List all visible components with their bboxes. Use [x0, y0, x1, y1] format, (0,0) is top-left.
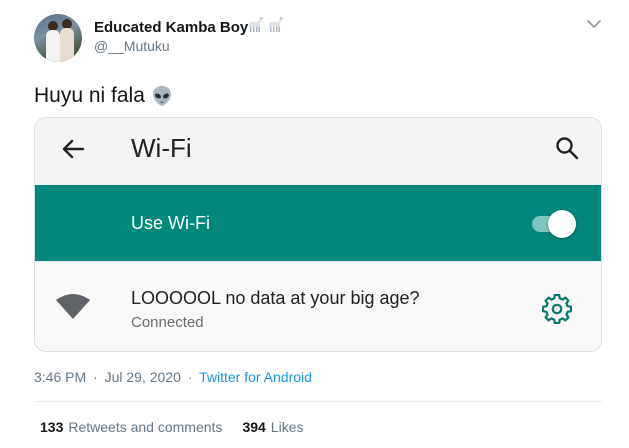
retweets-label: Retweets and comments [68, 419, 223, 435]
wifi-toggle-knob [548, 210, 576, 238]
alien-emoji-icon [152, 86, 171, 106]
tweet-meta: 3:46 PM · Jul 29, 2020 · Twitter for And… [34, 369, 312, 385]
author-handle[interactable]: @__Mutuku [94, 38, 170, 54]
search-icon [556, 137, 579, 160]
tweet-date[interactable]: Jul 29, 2020 [105, 369, 181, 385]
network-status: Connected [131, 314, 204, 331]
retweets-stat[interactable]: 133 Retweets and comments [40, 419, 222, 435]
name-emojis [246, 16, 284, 34]
likes-stat[interactable]: 394 Likes [242, 419, 303, 435]
tweet-source-link[interactable]: Twitter for Android [199, 369, 312, 385]
media-card[interactable]: Wi-Fi Use Wi-Fi LOOOOOL no data at your … [34, 117, 602, 352]
use-wifi-label: Use Wi-Fi [131, 213, 210, 233]
meta-separator: · [93, 369, 98, 385]
divider [34, 401, 602, 402]
gear-icon [542, 294, 572, 324]
network-row: LOOOOOL no data at your big age? Connect… [35, 261, 601, 351]
tweet-stats: 133 Retweets and comments 394 Likes [40, 419, 323, 435]
wifi-app-bar: Wi-Fi [35, 118, 601, 185]
back-arrow-icon [62, 139, 85, 159]
tweet-text: Huyu ni fala [34, 84, 173, 108]
likes-count: 394 [242, 419, 266, 435]
wifi-screen-title: Wi-Fi [131, 133, 192, 163]
tweet: Educated Kamba Boy @__Mutuku Huyu ni fal… [0, 0, 629, 448]
tweet-text-body: Huyu ni fala [34, 84, 145, 107]
network-name: LOOOOOL no data at your big age? [131, 288, 420, 308]
retweets-count: 133 [40, 419, 64, 435]
wifi-signal-icon [56, 294, 90, 319]
goat-emoji-icon [269, 16, 284, 32]
use-wifi-row: Use Wi-Fi [35, 185, 601, 261]
goat-emoji-icon [249, 16, 264, 32]
author-name[interactable]: Educated Kamba Boy [94, 19, 248, 36]
chevron-down-icon[interactable] [587, 19, 601, 29]
meta-separator: · [187, 369, 193, 385]
avatar[interactable] [34, 14, 82, 62]
tweet-time[interactable]: 3:46 PM [34, 369, 86, 385]
likes-label: Likes [270, 419, 304, 435]
